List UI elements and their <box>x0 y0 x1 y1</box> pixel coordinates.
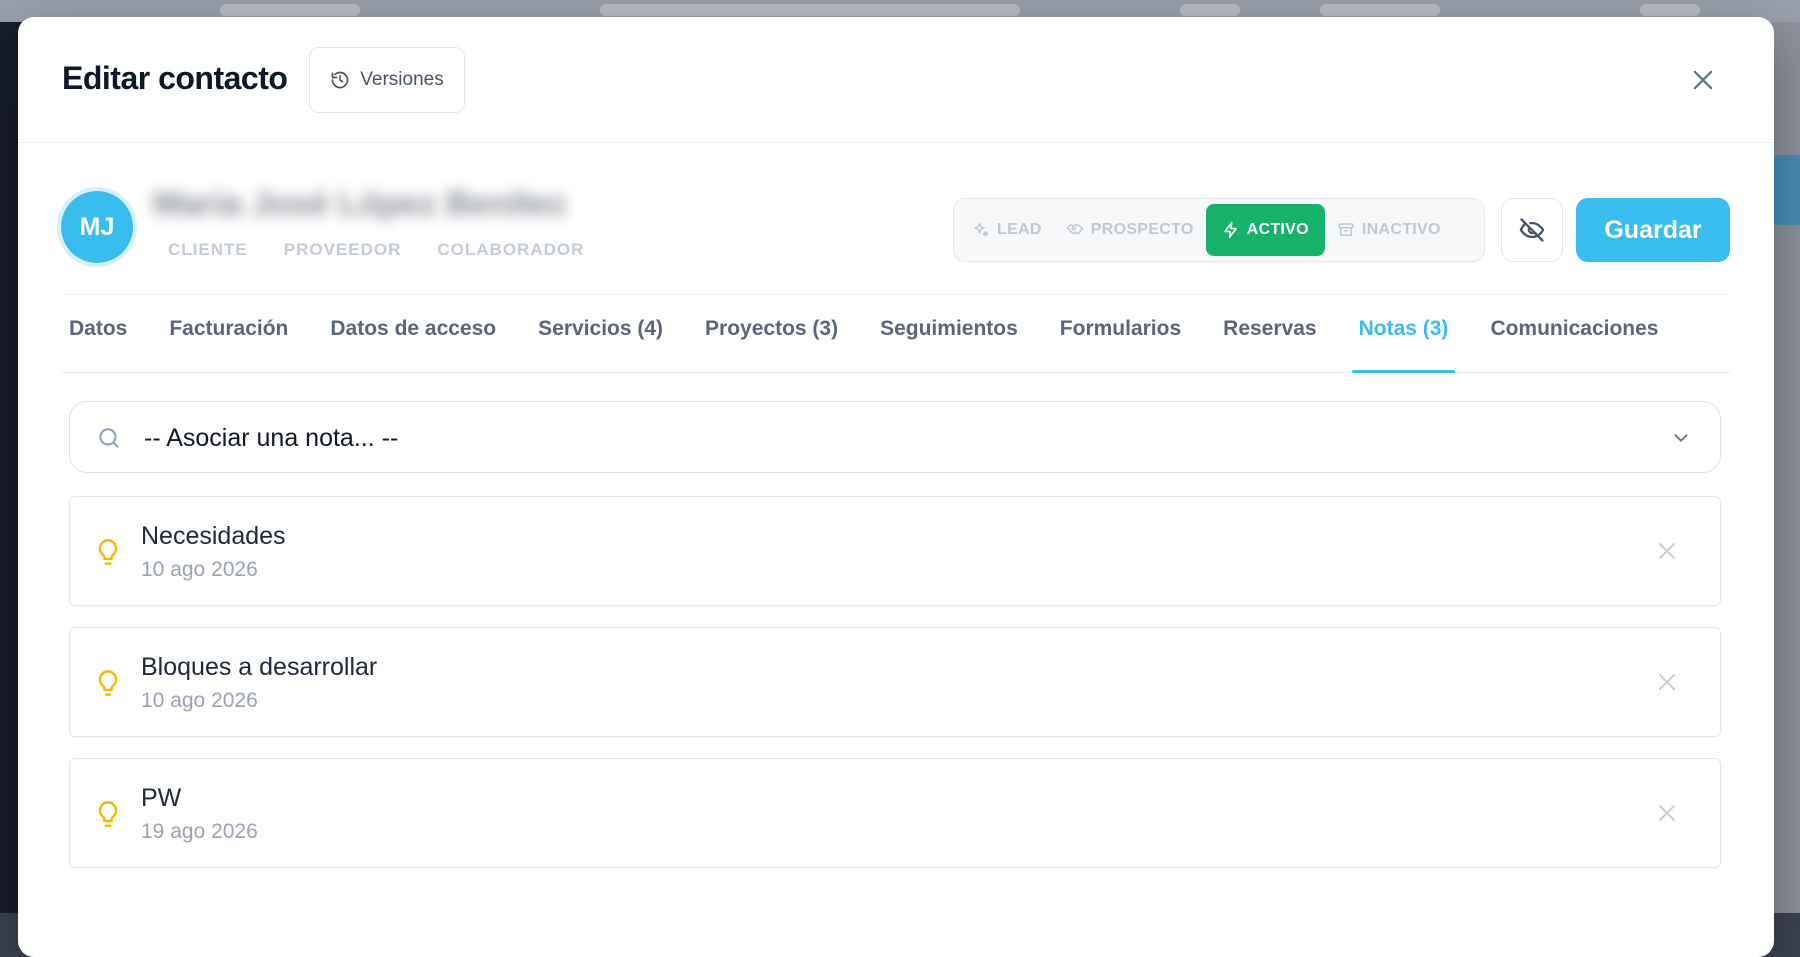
close-icon <box>1659 543 1675 559</box>
note-date: 10 ago 2026 <box>141 689 258 712</box>
contact-tabs: Datos Facturación Datos de acceso Servic… <box>62 317 1730 373</box>
lightbulb-icon <box>98 539 118 565</box>
note-search-select[interactable]: -- Asociar una nota... -- <box>69 401 1721 473</box>
handshake-icon <box>1066 224 1084 235</box>
close-icon <box>1659 805 1675 821</box>
tab-servicios[interactable]: Servicios (4) <box>531 317 670 372</box>
note-item[interactable]: PW 19 ago 2026 <box>69 758 1721 868</box>
section-divider <box>62 294 1730 295</box>
status-prospecto-label: PROSPECTO <box>1090 221 1194 238</box>
tab-seguimientos[interactable]: Seguimientos <box>873 317 1025 372</box>
status-activo-label: ACTIVO <box>1246 221 1309 238</box>
versions-button[interactable]: Versiones <box>309 47 465 113</box>
eye-off-icon <box>1519 218 1545 242</box>
avatar: MJ <box>61 191 133 263</box>
tab-facturacion[interactable]: Facturación <box>162 317 295 372</box>
status-selector: LEAD PROSPECTO ACTIVO INACTIVO <box>953 198 1485 262</box>
sparkles-icon <box>974 222 989 237</box>
search-icon <box>99 428 119 448</box>
contact-role-selector: CLIENTE PROVEEDOR COLABORADOR <box>153 227 605 273</box>
status-activo[interactable]: ACTIVO <box>1205 204 1325 256</box>
note-search-placeholder: -- Asociar una nota... -- <box>144 424 399 452</box>
lightbulb-icon <box>98 801 118 827</box>
modal-title: Editar contacto <box>62 60 288 96</box>
note-title: Bloques a desarrollar <box>141 653 378 681</box>
edit-contact-modal: Editar contacto Versiones MJ Maria José … <box>18 17 1774 957</box>
tab-notas[interactable]: Notas (3) <box>1351 317 1456 373</box>
save-button[interactable]: Guardar <box>1576 198 1730 262</box>
tab-formularios[interactable]: Formularios <box>1053 317 1188 372</box>
tab-datos[interactable]: Datos <box>62 317 134 372</box>
remove-note-button[interactable] <box>1654 801 1680 827</box>
status-prospecto[interactable]: PROSPECTO <box>1054 204 1206 256</box>
close-icon <box>1659 674 1675 690</box>
status-inactivo-label: INACTIVO <box>1361 221 1441 238</box>
note-title: PW <box>141 784 182 812</box>
note-title: Necesidades <box>141 522 286 550</box>
tab-reservas[interactable]: Reservas <box>1216 317 1323 372</box>
archive-icon <box>1338 223 1354 236</box>
contact-name[interactable]: Maria José López Benítez <box>153 185 567 225</box>
note-item[interactable]: Bloques a desarrollar 10 ago 2026 <box>69 627 1721 737</box>
chevron-down-icon <box>1674 434 1688 442</box>
lightbulb-icon <box>98 670 118 696</box>
modal-header: Editar contacto Versiones <box>18 17 1774 143</box>
remove-note-button[interactable] <box>1654 539 1680 565</box>
close-icon <box>1693 70 1713 90</box>
tab-datos-de-acceso[interactable]: Datos de acceso <box>323 317 503 372</box>
visibility-toggle-button[interactable] <box>1501 198 1563 262</box>
history-icon <box>331 71 349 89</box>
tab-proyectos[interactable]: Proyectos (3) <box>698 317 845 372</box>
note-item[interactable]: Necesidades 10 ago 2026 <box>69 496 1721 606</box>
note-date: 19 ago 2026 <box>141 820 258 843</box>
status-inactivo[interactable]: INACTIVO <box>1325 204 1453 256</box>
lightning-icon <box>1223 221 1237 239</box>
close-button[interactable] <box>1686 63 1720 97</box>
tab-comunicaciones[interactable]: Comunicaciones <box>1483 317 1665 372</box>
role-tab-colaborador[interactable]: COLABORADOR <box>422 228 599 272</box>
remove-note-button[interactable] <box>1654 670 1680 696</box>
notes-list: Necesidades 10 ago 2026 Bloques a desarr… <box>69 496 1721 889</box>
role-tab-cliente[interactable]: CLIENTE <box>153 228 263 272</box>
role-tab-proveedor[interactable]: PROVEEDOR <box>269 228 417 272</box>
status-lead-label: LEAD <box>997 221 1042 238</box>
versions-label: Versiones <box>360 69 444 90</box>
status-lead[interactable]: LEAD <box>960 204 1054 256</box>
note-date: 10 ago 2026 <box>141 558 258 581</box>
